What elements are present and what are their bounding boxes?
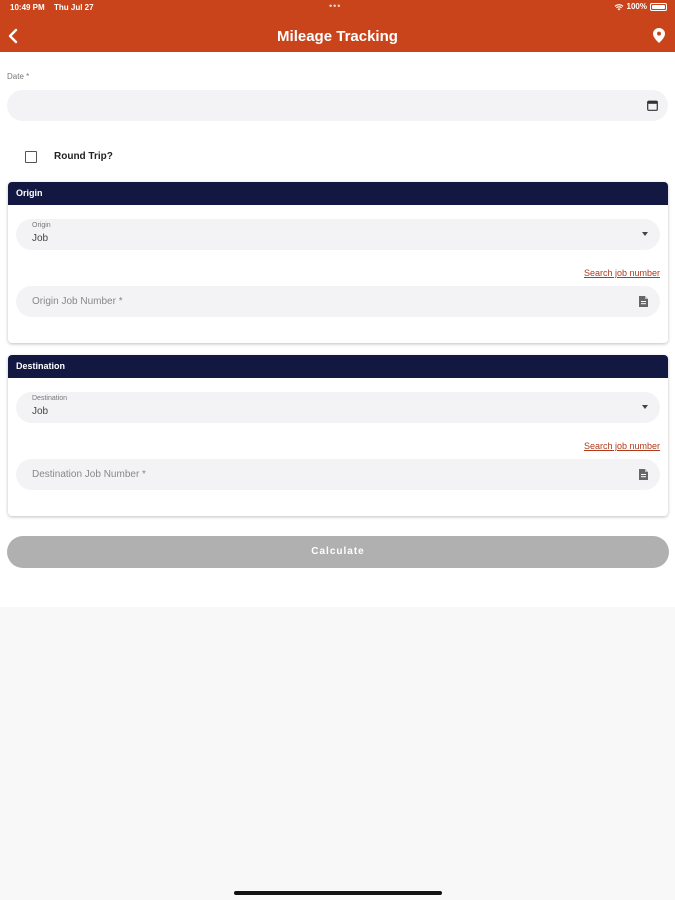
destination-select-value: Job [32,406,49,417]
home-indicator[interactable] [234,891,442,895]
round-trip-label: Round Trip? [54,151,113,162]
wifi-icon [614,3,623,10]
destination-job-number-placeholder: Destination Job Number * [32,469,146,480]
document-icon[interactable] [639,469,648,480]
app-header: 10:49 PM Thu Jul 27 ••• 100% Mileage Tra… [0,0,675,52]
caret-down-icon [642,405,648,409]
document-icon[interactable] [639,296,648,307]
battery-percent: 100% [626,2,647,11]
page-title: Mileage Tracking [277,28,398,45]
origin-search-job-link[interactable]: Search job number [584,268,660,278]
status-indicators: 100% [614,2,667,11]
date-input[interactable] [7,90,668,121]
multitask-dots[interactable]: ••• [329,1,341,11]
origin-select-value: Job [32,233,49,244]
origin-job-number-placeholder: Origin Job Number * [32,296,123,307]
battery-icon [650,2,667,11]
round-trip-checkbox[interactable] [25,151,37,163]
origin-job-number-input[interactable]: Origin Job Number * [16,286,660,317]
destination-header: Destination [8,355,668,378]
origin-header: Origin [8,182,668,205]
destination-select[interactable]: Destination Job [16,392,660,423]
calendar-icon[interactable] [647,100,658,111]
origin-card: Origin Origin Job Search job number Orig… [8,182,668,343]
status-time: 10:49 PM [10,3,45,12]
status-date: Thu Jul 27 [54,3,94,12]
destination-select-label: Destination [32,395,68,402]
destination-card: Destination Destination Job Search job n… [8,355,668,516]
destination-search-job-link[interactable]: Search job number [584,441,660,451]
form-content: Date * Round Trip? Origin Origin Job Sea… [0,52,675,607]
calculate-button[interactable]: Calculate [7,536,669,568]
origin-select[interactable]: Origin Job [16,219,660,250]
date-label: Date * [7,72,30,81]
destination-job-number-input[interactable]: Destination Job Number * [16,459,660,490]
origin-select-label: Origin [32,222,51,229]
caret-down-icon [642,232,648,236]
map-pin-icon[interactable] [653,28,665,43]
